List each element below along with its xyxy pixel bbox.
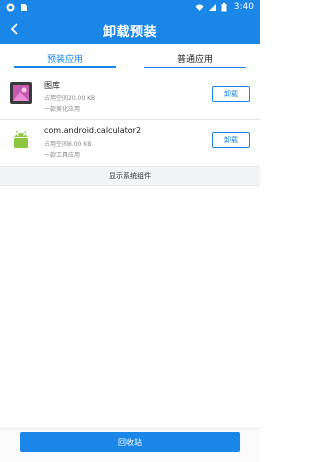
gallery-icon — [10, 82, 32, 104]
android-robot-icon — [10, 128, 32, 150]
signal-icon — [208, 3, 217, 12]
status-time: 3:40 — [233, 2, 254, 12]
app-list-item: com.android.calculator2 占用空间8.00 KB 一款工具… — [0, 119, 260, 167]
status-bar: 3:40 — [0, 0, 260, 14]
tab-normal-apps[interactable]: 普通应用 — [130, 44, 260, 68]
status-left-icons — [6, 3, 28, 12]
wifi-icon — [195, 3, 204, 12]
uninstall-button[interactable]: 卸载 — [212, 132, 250, 148]
app-category: 一款美化应用 — [44, 106, 81, 113]
sim-card-icon — [19, 3, 28, 12]
tab-preinstalled-apps[interactable]: 预装应用 — [0, 44, 130, 68]
app-size: 占用空间8.00 KB — [44, 141, 92, 148]
battery-icon — [221, 2, 230, 12]
show-system-components-toggle[interactable]: 显示系统组件 — [0, 166, 260, 186]
app-name: com.android.calculator2 — [44, 126, 142, 135]
app-category: 一款工具应用 — [44, 152, 81, 159]
app-name: 图库 — [44, 81, 60, 90]
app-notification-icon — [6, 3, 15, 12]
app-size: 占用空间20.00 KB — [44, 95, 96, 102]
recycle-bin-button[interactable]: 回收站 — [20, 432, 240, 452]
status-right-icons: 3:40 — [195, 2, 254, 12]
tab-bar: 预装应用 普通应用 — [0, 44, 260, 68]
app-list-item: 图库 占用空间20.00 KB 一款美化应用 卸载 — [0, 74, 260, 122]
app-bar: 卸载预装 — [0, 14, 260, 44]
page-title: 卸载预装 — [102, 25, 157, 40]
uninstall-button[interactable]: 卸载 — [212, 86, 250, 102]
